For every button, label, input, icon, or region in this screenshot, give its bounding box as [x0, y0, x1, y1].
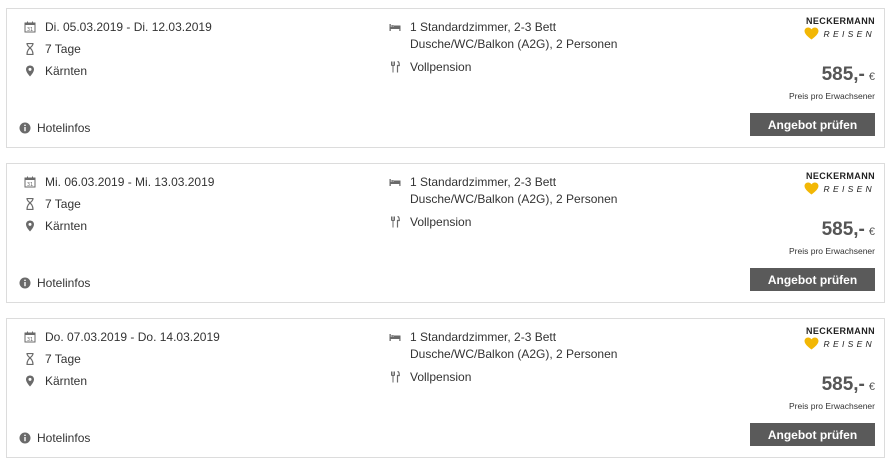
check-offer-button[interactable]: Angebot prüfen	[750, 113, 875, 136]
offer-card: 31 Do. 07.03.2019 - Do. 14.03.2019 7 Tag…	[6, 318, 885, 458]
price: 585,- €	[822, 374, 875, 396]
neckermann-logo: NECKERMANN REISEN	[797, 326, 875, 350]
location-row: Kärnten	[24, 218, 87, 234]
travel-dates: Di. 05.03.2019 - Di. 12.03.2019	[45, 20, 212, 34]
check-offer-button[interactable]: Angebot prüfen	[750, 423, 875, 446]
date-row: 31 Di. 05.03.2019 - Di. 12.03.2019	[24, 19, 212, 35]
trip-duration: 7 Tage	[45, 197, 81, 211]
svg-text:31: 31	[27, 27, 33, 33]
cutlery-icon	[389, 61, 401, 73]
board-row: Vollpension	[389, 214, 471, 230]
room-row: 1 Standardzimmer, 2-3 Bett	[389, 174, 556, 190]
neckermann-logo: NECKERMANN REISEN	[797, 171, 875, 195]
room-type: 1 Standardzimmer, 2-3 Bett	[410, 20, 557, 34]
location-row: Kärnten	[24, 63, 87, 79]
brand-sub: REISEN	[823, 28, 875, 39]
board-type: Vollpension	[410, 215, 472, 229]
hotelinfo-label[interactable]: Hotelinfos	[37, 430, 90, 446]
calendar-icon: 31	[24, 331, 36, 343]
board-row: Vollpension	[389, 59, 471, 75]
price-note: Preis pro Erwachsener	[789, 246, 875, 256]
bed-icon	[389, 176, 401, 188]
room-type: 1 Standardzimmer, 2-3 Bett	[410, 330, 557, 344]
cutlery-icon	[389, 216, 401, 228]
offer-card: 31 Mi. 06.03.2019 - Mi. 13.03.2019 7 Tag…	[6, 163, 885, 303]
duration-row: 7 Tage	[24, 351, 81, 367]
hotelinfo-link[interactable]: Hotelinfos	[19, 275, 90, 291]
svg-text:31: 31	[27, 337, 33, 343]
map-pin-icon	[24, 220, 36, 232]
location-row: Kärnten	[24, 373, 87, 389]
brand-name: NECKERMANN	[806, 171, 875, 181]
destination: Kärnten	[45, 374, 88, 388]
info-icon	[19, 432, 31, 444]
hourglass-icon	[24, 198, 36, 210]
travel-dates: Mi. 06.03.2019 - Mi. 13.03.2019	[45, 175, 215, 189]
price: 585,- €	[822, 64, 875, 86]
price-note: Preis pro Erwachsener	[789, 91, 875, 101]
map-pin-icon	[24, 375, 36, 387]
board-type: Vollpension	[410, 60, 472, 74]
brand-name: NECKERMANN	[806, 16, 875, 26]
cutlery-icon	[389, 371, 401, 383]
travel-dates: Do. 07.03.2019 - Do. 14.03.2019	[45, 330, 220, 344]
info-icon	[19, 122, 31, 134]
price-note: Preis pro Erwachsener	[789, 401, 875, 411]
hourglass-icon	[24, 43, 36, 55]
room-row: 1 Standardzimmer, 2-3 Bett	[389, 19, 556, 35]
price: 585,- €	[822, 219, 875, 241]
map-pin-icon	[24, 65, 36, 77]
info-icon	[19, 277, 31, 289]
price-currency: €	[868, 226, 875, 238]
room-details-row: Dusche/WC/Balkon (A2G), 2 Personen	[410, 36, 617, 52]
room-details: Dusche/WC/Balkon (A2G), 2 Personen	[410, 37, 618, 51]
brand-name: NECKERMANN	[806, 326, 875, 336]
hourglass-icon	[24, 353, 36, 365]
room-details: Dusche/WC/Balkon (A2G), 2 Personen	[410, 347, 618, 361]
heart-icon	[804, 337, 819, 350]
calendar-icon: 31	[24, 21, 36, 33]
room-row: 1 Standardzimmer, 2-3 Bett	[389, 329, 556, 345]
board-type: Vollpension	[410, 370, 472, 384]
room-details-row: Dusche/WC/Balkon (A2G), 2 Personen	[410, 191, 617, 207]
room-details: Dusche/WC/Balkon (A2G), 2 Personen	[410, 192, 618, 206]
room-type: 1 Standardzimmer, 2-3 Bett	[410, 175, 557, 189]
date-row: 31 Mi. 06.03.2019 - Mi. 13.03.2019	[24, 174, 214, 190]
hotelinfo-link[interactable]: Hotelinfos	[19, 430, 90, 446]
trip-duration: 7 Tage	[45, 352, 81, 366]
bed-icon	[389, 331, 401, 343]
duration-row: 7 Tage	[24, 196, 81, 212]
date-row: 31 Do. 07.03.2019 - Do. 14.03.2019	[24, 329, 220, 345]
room-details-row: Dusche/WC/Balkon (A2G), 2 Personen	[410, 346, 617, 362]
destination: Kärnten	[45, 64, 88, 78]
board-row: Vollpension	[389, 369, 471, 385]
heart-icon	[804, 27, 819, 40]
offer-card: 31 Di. 05.03.2019 - Di. 12.03.2019 7 Tag…	[6, 8, 885, 148]
price-value: 585,-	[821, 64, 865, 85]
hotelinfo-label[interactable]: Hotelinfos	[37, 120, 90, 136]
hotelinfo-link[interactable]: Hotelinfos	[19, 120, 90, 136]
price-currency: €	[868, 381, 875, 393]
heart-icon	[804, 182, 819, 195]
bed-icon	[389, 21, 401, 33]
svg-text:31: 31	[27, 182, 33, 188]
price-value: 585,-	[821, 219, 865, 240]
price-value: 585,-	[821, 374, 865, 395]
brand-sub: REISEN	[823, 183, 875, 194]
neckermann-logo: NECKERMANN REISEN	[797, 16, 875, 40]
calendar-icon: 31	[24, 176, 36, 188]
price-currency: €	[868, 71, 875, 83]
brand-sub: REISEN	[823, 338, 875, 349]
trip-duration: 7 Tage	[45, 42, 81, 56]
hotelinfo-label[interactable]: Hotelinfos	[37, 275, 90, 291]
destination: Kärnten	[45, 219, 88, 233]
check-offer-button[interactable]: Angebot prüfen	[750, 268, 875, 291]
duration-row: 7 Tage	[24, 41, 81, 57]
